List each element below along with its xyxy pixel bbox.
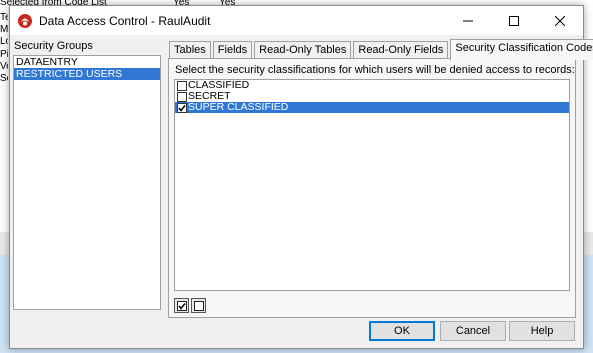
title-bar[interactable]: Data Access Control - RaulAudit (10, 6, 583, 35)
group-item-dataentry[interactable]: DATAENTRY (14, 56, 160, 68)
background-letter: Ve (0, 60, 8, 72)
tab-fields[interactable]: Fields (212, 41, 253, 59)
minimize-icon (463, 20, 473, 21)
tab-strip: Tables Fields Read-Only Tables Read-Only… (169, 39, 593, 60)
minimize-button[interactable] (445, 6, 491, 35)
check-all-button[interactable] (174, 298, 189, 313)
dialog-client: Security Groups DATAENTRY RESTRICTED USE… (10, 35, 593, 348)
tab-read-only-tables[interactable]: Read-Only Tables (254, 41, 352, 59)
window-controls (445, 6, 583, 35)
check-all-icon (176, 300, 187, 311)
maximize-icon (509, 15, 519, 26)
code-checkbox[interactable] (177, 91, 187, 102)
close-icon (555, 15, 565, 26)
code-item-classified[interactable]: CLASSIFIED (175, 80, 569, 91)
uncheck-all-button[interactable] (191, 298, 206, 313)
checkmark-icon (178, 104, 186, 112)
close-button[interactable] (537, 6, 583, 35)
code-checkbox[interactable] (177, 80, 187, 91)
help-button[interactable]: Help (509, 321, 575, 341)
tab-tables[interactable]: Tables (169, 41, 211, 59)
tab-security-classification-codes[interactable]: Security Classification Codes (450, 39, 593, 60)
background-letter: Pi (0, 48, 8, 60)
code-item-super-classified[interactable]: SUPER CLASSIFIED (175, 102, 569, 113)
data-access-control-dialog: Data Access Control - RaulAudit Security… (9, 5, 593, 349)
security-groups-label: Security Groups (14, 40, 93, 52)
classification-codes-list[interactable]: CLASSIFIED SECRET SUPER CLASSIFIED (174, 79, 570, 291)
group-item-restricted-users[interactable]: RESTRICTED USERS (14, 68, 160, 80)
tab-read-only-fields[interactable]: Read-Only Fields (353, 41, 449, 59)
background-letter: Te (0, 12, 8, 23)
uncheck-all-icon (193, 300, 204, 311)
background-letter: Lo (0, 36, 8, 48)
background-letter: M (0, 24, 8, 36)
background-letter: Se (0, 72, 8, 84)
code-label: SUPER CLASSIFIED (188, 101, 289, 113)
app-logo-icon (17, 13, 33, 29)
security-groups-list[interactable]: DATAENTRY RESTRICTED USERS (13, 55, 161, 310)
cancel-button[interactable]: Cancel (440, 321, 506, 341)
security-classification-panel: Select the security classifications for … (168, 58, 576, 318)
code-checkbox[interactable] (177, 102, 187, 113)
background-left-labels: Te M Lo Pi Ve Se (0, 12, 8, 85)
panel-description: Select the security classifications for … (175, 64, 575, 76)
maximize-button[interactable] (491, 6, 537, 35)
window-title: Data Access Control - RaulAudit (39, 13, 211, 28)
ok-button[interactable]: OK (369, 321, 435, 341)
